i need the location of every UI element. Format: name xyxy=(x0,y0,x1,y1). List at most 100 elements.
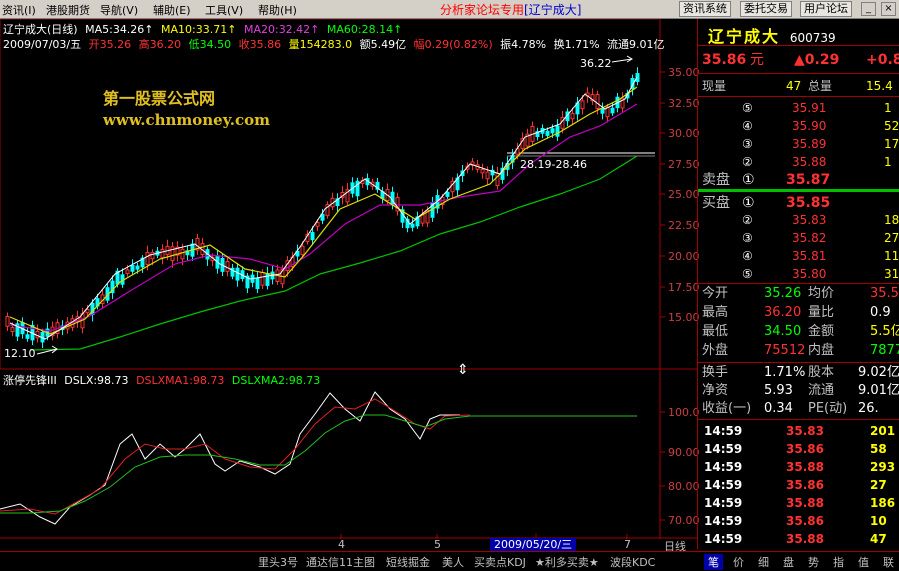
candle-body xyxy=(10,327,15,333)
fin-label: 流通 xyxy=(808,383,835,398)
candle-body xyxy=(130,265,135,272)
order-volume: 11 xyxy=(884,249,899,263)
candle-body xyxy=(160,248,165,259)
tab-indicator[interactable]: 通达信11主图 xyxy=(306,554,375,570)
tick-row: 14:59 35.88 47 xyxy=(698,530,899,548)
stock-title: 辽宁成大 600739 xyxy=(708,23,836,47)
order-index: ③ xyxy=(742,231,753,245)
panel-tab[interactable]: 盘 xyxy=(779,554,798,570)
candle-body xyxy=(125,269,130,275)
candle-body xyxy=(255,277,260,290)
tab-indicator[interactable]: 买卖点KDJ xyxy=(474,554,526,570)
tick-row: 14:59 35.86 27 xyxy=(698,476,899,494)
quote-info-row: 2009/07/03/五 开35.26 高36.20 低34.50 收35.86… xyxy=(3,36,669,52)
order-price: 35.91 xyxy=(792,101,827,115)
trade-button[interactable]: 委托交易 xyxy=(740,1,792,17)
menu-nav[interactable]: 导航(V) xyxy=(100,2,138,18)
tick-volume: 58 xyxy=(870,442,887,456)
ma5-value: MA5:34.26↑ xyxy=(85,23,154,36)
tab-indicator[interactable]: 波段KDC xyxy=(610,554,655,570)
x-label: 5 xyxy=(434,538,441,551)
x-label: 7 xyxy=(624,538,631,551)
candle-body xyxy=(600,108,605,114)
order-price: 35.83 xyxy=(792,213,827,227)
ma10-value: MA10:33.71↑ xyxy=(161,23,237,36)
tick-time: 14:59 xyxy=(704,532,743,546)
forum-button[interactable]: 用户论坛 xyxy=(800,1,852,17)
tick-volume: 47 xyxy=(870,532,887,546)
stat-value: 35.26 xyxy=(764,286,802,301)
tab-indicator[interactable]: 美人 xyxy=(442,554,464,570)
candle-body xyxy=(5,315,10,327)
quote-high: 高36.20 xyxy=(138,38,182,51)
order-volume: 17 xyxy=(884,137,899,151)
tick-price: 35.88 xyxy=(786,532,824,546)
order-index: ④ xyxy=(742,119,753,133)
close-icon[interactable]: × xyxy=(881,2,896,16)
stat-value: 36.20 xyxy=(764,305,802,320)
tab-indicator[interactable]: 短线掘金 xyxy=(386,554,430,570)
fin-value: 9.02亿 xyxy=(858,365,899,380)
minimize-icon[interactable]: _ xyxy=(861,2,876,16)
sell-order-row: ② 35.88 1 xyxy=(698,153,899,171)
order-index: ⑤ xyxy=(742,267,753,281)
candle-body xyxy=(260,272,265,286)
resize-handle-icon[interactable]: ⇕ xyxy=(457,362,469,378)
panel-tab[interactable]: 联 xyxy=(879,554,898,570)
bottom-toolbar: 里头3号 通达信11主图 短线掘金 美人 买卖点KDJ ★利多买卖★ 波段KDC… xyxy=(0,551,899,571)
tick-price: 35.88 xyxy=(786,496,824,510)
price-change: ▲0.29 xyxy=(794,52,840,68)
candle-body xyxy=(225,261,230,272)
dslxma1-line xyxy=(0,398,471,515)
candle-body xyxy=(410,223,415,228)
stat-label: 今开 xyxy=(702,286,729,301)
quote-turnover: 换1.71% xyxy=(553,38,600,51)
order-volume: 27 xyxy=(884,231,899,245)
candle-body xyxy=(180,248,185,260)
tick-row: 14:59 35.88 186 xyxy=(698,494,899,512)
stat-label: 最高 xyxy=(702,305,729,320)
order-volume: 52 xyxy=(884,119,899,133)
min-price-label: 12.10 xyxy=(4,347,36,360)
candle-body xyxy=(310,232,315,241)
tick-time: 14:59 xyxy=(704,424,743,438)
panel-tab[interactable]: 值 xyxy=(854,554,873,570)
tick-row: 14:59 35.86 58 xyxy=(698,440,899,458)
fin-value: 5.93 xyxy=(764,383,793,398)
tick-volume: 201 xyxy=(870,424,896,438)
ma60-value: MA60:28.14↑ xyxy=(326,23,403,36)
panel-tab[interactable]: 细 xyxy=(754,554,773,570)
panel-tab[interactable]: 指 xyxy=(829,554,848,570)
menu-hk-futures[interactable]: 港股期货 xyxy=(46,2,90,18)
candle-body xyxy=(480,169,485,174)
tick-price: 35.88 xyxy=(786,460,824,474)
buy1-price: 35.85 xyxy=(786,195,831,211)
max-price-label: 36.22 xyxy=(580,57,612,70)
menu-tools[interactable]: 工具(V) xyxy=(205,2,243,18)
fin-label: 净资 xyxy=(702,383,729,398)
menu-help[interactable]: 帮助(H) xyxy=(258,2,297,18)
menu-aux[interactable]: 辅助(E) xyxy=(153,2,191,18)
indicator-y-label: 100.0 xyxy=(668,406,700,419)
panel-tab[interactable]: 笔 xyxy=(704,554,723,570)
y-label: 20.00 xyxy=(668,250,700,263)
candle-body xyxy=(315,222,320,227)
current-volume-label: 现量 xyxy=(702,79,727,93)
info-system-button[interactable]: 资讯系统 xyxy=(679,1,731,17)
stat-row: 今开 35.26 均价 35.5 xyxy=(698,285,899,303)
menu-bar: 资讯(I) 港股期货 导航(V) 辅助(E) 工具(V) 帮助(H) 分析家论坛… xyxy=(0,0,899,19)
panel-tab[interactable]: 势 xyxy=(804,554,823,570)
y-label: 30.00 xyxy=(668,127,700,140)
menu-info[interactable]: 资讯(I) xyxy=(2,2,36,18)
panel-tab[interactable]: 价 xyxy=(729,554,748,570)
candlesticks xyxy=(5,67,640,349)
indicator-y-label: 70.00 xyxy=(668,514,700,527)
tab-indicator[interactable]: 里头3号 xyxy=(258,554,298,570)
order-index: ② xyxy=(742,155,753,169)
tick-row: 14:59 35.88 293 xyxy=(698,458,899,476)
tab-indicator[interactable]: ★利多买卖★ xyxy=(535,554,599,570)
total-volume: 15.4 xyxy=(866,79,893,93)
tick-volume: 27 xyxy=(870,478,887,492)
indicator-info-row: 涨停先锋III DSLX:98.73 DSLXMA1:98.73 DSLXMA2… xyxy=(3,372,324,388)
fin-value: 0.34 xyxy=(764,401,793,416)
